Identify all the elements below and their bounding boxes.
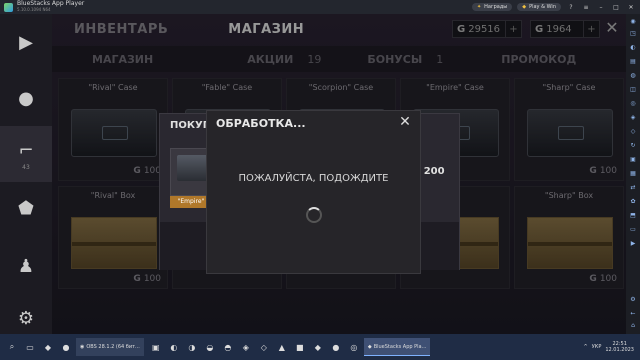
gift-icon: ✦ [476,4,482,10]
sync-icon[interactable]: ⇄ [629,184,637,192]
app-icon[interactable]: ▣ [150,341,162,353]
windows-taskbar: ⌕ ▭ ◆ ● ◉ OBS 28.1.2 (64 бит... ▣ ◐ ◑ ◒ ◓… [0,334,640,360]
friends-icon[interactable]: ♟ [14,254,38,278]
multi-instance-icon[interactable]: ▦ [629,170,637,178]
app-icon[interactable]: ◑ [186,341,198,353]
purchase-price-value: 200 [423,166,445,177]
obs-icon: ◉ [80,344,85,350]
back-icon[interactable]: ← [629,310,637,318]
chevron-up-icon[interactable]: ^ [584,344,588,350]
home-icon[interactable]: ⌂ [629,322,637,330]
rewards-button[interactable]: ✦ Награды [471,3,513,11]
menu-icon[interactable]: ≡ [581,4,591,11]
shake-icon[interactable]: ◇ [629,128,637,136]
keyboard-icon[interactable]: ▤ [629,58,637,66]
window-version: 5.10.0.1094 N64 [17,7,51,12]
app-icon[interactable]: ◆ [312,341,324,353]
bell-icon[interactable]: ◉ [629,18,637,26]
processing-modal: ОБРАБОТКА... ✕ ПОЖАЛУЙСТА, ПОДОЖДИТЕ [206,110,421,274]
loading-spinner-icon [306,207,322,223]
screenshot-icon[interactable]: ◫ [629,86,637,94]
app-icon[interactable]: ◓ [222,341,234,353]
settings-icon[interactable]: ⚙ [629,296,637,304]
profile-icon[interactable]: ● [14,86,38,110]
shield-icon[interactable]: ⬟ [14,196,38,220]
clock-date: 12.01.2023 [605,347,634,353]
folder-icon[interactable]: ▭ [629,226,637,234]
play-win-button[interactable]: ◆ Play & Win [517,3,561,11]
app-icon[interactable]: ◆ [42,341,54,353]
system-tray: ^ УКР 22:51 12.01.2023 [584,341,640,353]
taskbar-app-bluestacks[interactable]: ◆ BlueStacks App Pla... [363,338,431,356]
app-icon[interactable]: ● [60,341,72,353]
bluestacks-icon: ◆ [367,343,372,350]
app-icon[interactable]: ■ [294,341,306,353]
app-icon[interactable]: ◐ [168,341,180,353]
play-win-label: Play & Win [529,4,556,10]
search-icon[interactable]: ⌕ [6,341,18,353]
clock[interactable]: 22:51 12.01.2023 [605,341,634,353]
emulator-right-toolbar: ◉ ◳ ◐ ▤ ◍ ◫ ◎ ◈ ◇ ↻ ▣ ▦ ⇄ ✿ ⬒ ▭ ▶ ⚙ ← ⌂ [626,14,640,334]
eco-mode-icon[interactable]: ✿ [629,198,637,206]
taskbar-app-obs[interactable]: ◉ OBS 28.1.2 (64 бит... [76,338,144,356]
taskbar-app-label: OBS 28.1.2 (64 бит... [86,344,140,350]
bluestacks-logo-icon [4,2,13,12]
taskbar-app-label: BlueStacks App Pla... [373,343,427,350]
rewards-label: Награды [484,4,508,10]
location-icon[interactable]: ◈ [629,114,637,122]
trophy-icon: ◆ [522,4,527,10]
window-titlebar: BlueStacks App Player 5.10.0.1094 N64 ✦ Н… [0,0,640,14]
app-icon[interactable]: ◇ [258,341,270,353]
apk-icon[interactable]: ⬒ [629,212,637,220]
app-icon[interactable]: ● [330,341,342,353]
modal-message: ПОЖАЛУЙСТА, ПОДОЖДИТЕ [238,173,389,184]
modal-close-icon[interactable]: ✕ [398,115,412,129]
app-icon[interactable]: ◒ [204,341,216,353]
minimize-icon[interactable]: – [596,4,606,11]
media-icon[interactable]: ▶ [629,240,637,248]
volume-icon[interactable]: ◐ [629,44,637,52]
gun-icon: ⌐ [18,139,34,161]
game-viewport: ▶ ● ⌐ 43 ⬟ ♟ ⚙ ИНВЕНТАРЬ МАГАЗИН G 29516… [0,14,626,334]
app-icon[interactable]: ▲ [276,341,288,353]
rotate-icon[interactable]: ↻ [629,142,637,150]
app-icon[interactable]: ◎ [348,341,360,353]
macro-icon[interactable]: ▣ [629,156,637,164]
modal-title: ОБРАБОТКА... [216,117,306,130]
maximize-icon[interactable]: □ [611,4,621,11]
app-icon[interactable]: ◈ [240,341,252,353]
record-icon[interactable]: ◎ [629,100,637,108]
expand-icon[interactable]: ◳ [629,30,637,38]
level-label: 43 [22,164,30,171]
play-icon[interactable]: ▶ [14,30,38,54]
language-indicator[interactable]: УКР [592,344,602,350]
left-sidebar: ▶ ● ⌐ 43 ⬟ ♟ ⚙ [0,14,52,334]
gamepad-icon[interactable]: ◍ [629,72,637,80]
task-view-icon[interactable]: ▭ [24,341,36,353]
settings-gear-icon[interactable]: ⚙ [14,306,38,330]
close-window-icon[interactable]: ✕ [626,4,636,11]
help-icon[interactable]: ? [566,4,576,11]
